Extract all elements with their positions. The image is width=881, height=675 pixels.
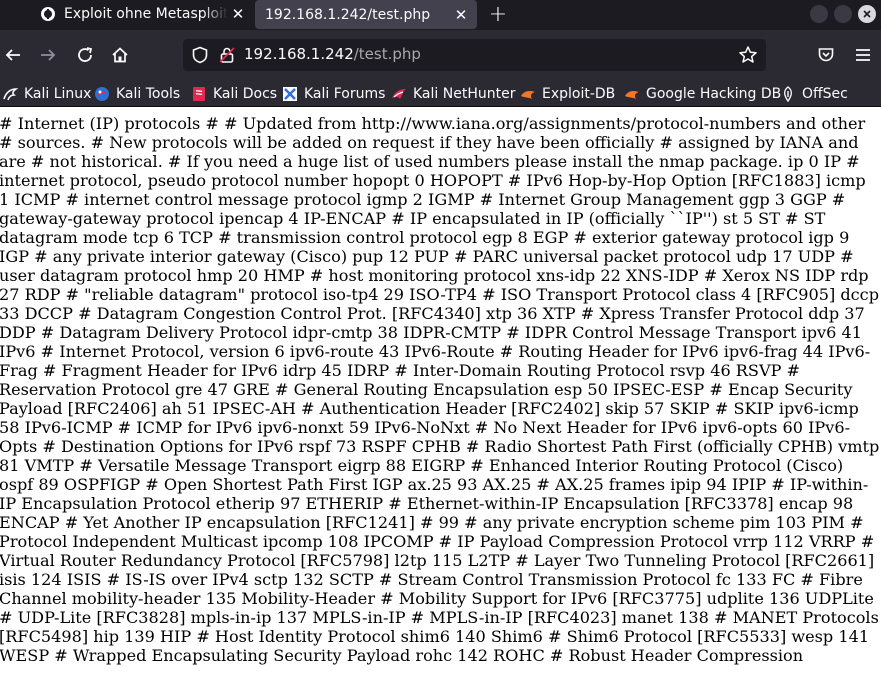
minimize-button[interactable] [810,5,828,23]
bookmark-label: Kali Linux [24,86,92,102]
bookmark-star-icon[interactable] [738,45,758,69]
bookmark-label: Exploit-DB [542,86,616,102]
close-icon [863,10,871,18]
tab-title: 192.168.1.242/test.php [265,6,431,23]
home-button[interactable] [107,42,133,68]
nethunter-icon [391,86,407,102]
arrow-left-icon [5,49,20,61]
url-bar[interactable]: 192.168.1.242/test.php [183,39,766,71]
tab-strip: Exploit ohne Metasploit si ✕ 192.168.1.2… [0,0,881,30]
shield-icon[interactable] [191,46,209,68]
new-tab-button[interactable]: + [486,2,510,27]
home-icon [112,47,128,63]
forward-button[interactable] [35,42,61,68]
hamburger-menu-icon [856,49,870,61]
bookmark-label: Kali Tools [116,86,181,102]
bookmark-google-hacking-db[interactable]: Google Hacking DB [624,84,781,104]
bookmark-kali-forums[interactable]: Kali Forums [282,84,385,104]
maximize-button[interactable] [834,5,852,23]
url-path: /test.php [353,45,421,63]
reload-icon [78,47,93,62]
globe-icon [40,6,56,22]
reload-button[interactable] [72,42,98,68]
bookmark-offsec[interactable]: OffSec [780,84,848,104]
bookmark-kali-tools[interactable]: Kali Tools [94,84,180,104]
pocket-icon [818,48,834,62]
close-tab-icon[interactable]: ✕ [228,4,248,24]
offsec-icon [780,86,796,102]
kali-forums-icon [282,86,298,102]
bookmark-exploit-db[interactable]: Exploit-DB [520,84,615,104]
arrow-right-icon [41,49,56,61]
page-content: # Internet (IP) protocols # # Updated fr… [0,114,881,675]
back-button[interactable] [0,42,26,68]
pocket-button[interactable] [813,42,839,68]
kali-docs-icon [191,86,207,102]
bookmarks-toolbar: Kali Linux Kali Tools Kali Docs Kali For… [0,80,881,107]
bookmark-label: Kali Forums [304,86,386,102]
close-tab-icon[interactable]: ✕ [451,5,471,25]
exploit-db-icon [520,86,536,102]
kali-dragon-icon [2,86,18,102]
bookmark-label: Google Hacking DB [646,86,782,102]
menu-button[interactable] [850,42,876,68]
protocols-text: # Internet (IP) protocols # # Updated fr… [0,114,880,665]
bookmark-label: Kali Docs [213,86,278,102]
bookmark-kali-nethunter[interactable]: Kali NetHunter [391,84,515,104]
tab-test-php[interactable]: 192.168.1.242/test.php ✕ [255,0,477,29]
lock-icon[interactable] [218,46,236,68]
url-host: 192.168.1.242 [244,45,354,63]
bookmark-kali-linux[interactable]: Kali Linux [2,84,91,104]
tab-exploit[interactable]: Exploit ohne Metasploit si ✕ [30,0,254,28]
bookmark-label: Kali NetHunter [413,86,516,102]
bookmark-label: OffSec [802,86,848,102]
close-window-button[interactable] [858,5,876,23]
kali-tools-icon [94,86,110,102]
ghdb-icon [624,86,640,102]
navigation-toolbar: 192.168.1.242/test.php [0,30,881,80]
tab-title: Exploit ohne Metasploit si [64,6,228,22]
url-text[interactable]: 192.168.1.242/test.php [244,45,421,63]
bookmark-kali-docs[interactable]: Kali Docs [191,84,277,104]
